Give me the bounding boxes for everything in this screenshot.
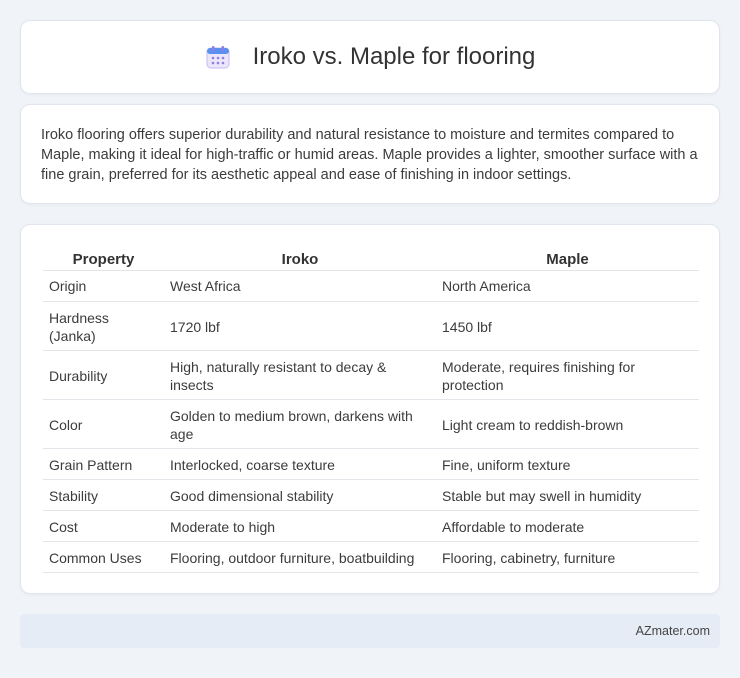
table-cell: West Africa [164, 271, 436, 302]
table-row: Cost Moderate to high Affordable to mode… [43, 511, 699, 542]
table-cell: Stability [43, 480, 164, 511]
table-cell: Fine, uniform texture [436, 449, 699, 480]
table-cell: Grain Pattern [43, 449, 164, 480]
calendar-icon [205, 44, 231, 70]
table-cell: Durability [43, 351, 164, 400]
table-row: Stability Good dimensional stability Sta… [43, 480, 699, 511]
table-cell: 1720 lbf [164, 302, 436, 351]
table-row: Color Golden to medium brown, darkens wi… [43, 400, 699, 449]
table-cell: Color [43, 400, 164, 449]
table-cell: Light cream to reddish-brown [436, 400, 699, 449]
summary-text: Iroko flooring offers superior durabilit… [41, 127, 698, 183]
table-row: Grain Pattern Interlocked, coarse textur… [43, 449, 699, 480]
table-cell: Affordable to moderate [436, 511, 699, 542]
table-cell: Origin [43, 271, 164, 302]
column-header-iroko: Iroko [164, 245, 436, 271]
table-cell: Hardness (Janka) [43, 302, 164, 351]
table-cell: North America [436, 271, 699, 302]
table-row: Origin West Africa North America [43, 271, 699, 302]
table-row: Hardness (Janka) 1720 lbf 1450 lbf [43, 302, 699, 351]
comparison-table: Property Iroko Maple Origin West Africa … [43, 245, 699, 573]
page-title: Iroko vs. Maple for flooring [252, 43, 536, 70]
table-cell: Common Uses [43, 542, 164, 573]
comparison-table-card: Property Iroko Maple Origin West Africa … [20, 224, 720, 594]
table-cell: High, naturally resistant to decay & ins… [164, 351, 436, 400]
table-cell: Moderate to high [164, 511, 436, 542]
table-cell: Golden to medium brown, darkens with age [164, 400, 436, 449]
table-cell: Cost [43, 511, 164, 542]
table-row: Common Uses Flooring, outdoor furniture,… [43, 542, 699, 573]
footer: AZmater.com [20, 614, 720, 648]
table-cell: Good dimensional stability [164, 480, 436, 511]
title-card: Iroko vs. Maple for flooring [20, 20, 720, 94]
column-header-maple: Maple [436, 245, 699, 271]
table-cell: Flooring, cabinetry, furniture [436, 542, 699, 573]
table-cell: Flooring, outdoor furniture, boatbuildin… [164, 542, 436, 573]
table-cell: Moderate, requires finishing for protect… [436, 351, 699, 400]
table-cell: Interlocked, coarse texture [164, 449, 436, 480]
column-header-property: Property [43, 245, 164, 271]
table-cell: 1450 lbf [436, 302, 699, 351]
table-row: Durability High, naturally resistant to … [43, 351, 699, 400]
summary-card: Iroko flooring offers superior durabilit… [20, 104, 720, 204]
table-cell: Stable but may swell in humidity [436, 480, 699, 511]
footer-brand[interactable]: AZmater.com [636, 624, 710, 638]
